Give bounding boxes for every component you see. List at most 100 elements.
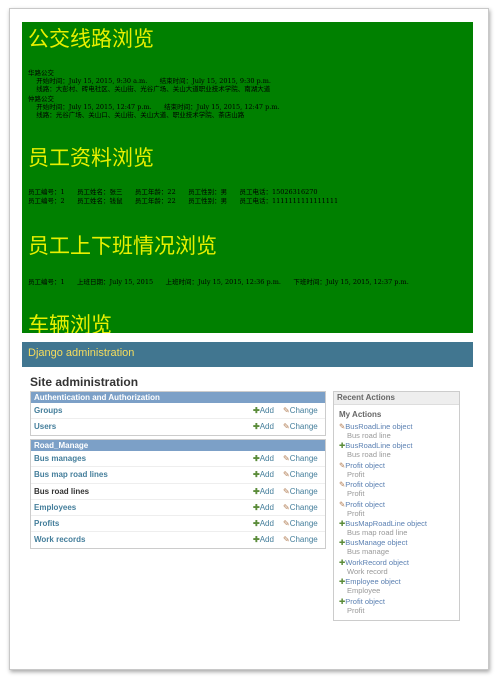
recent-action-item: ✚BusManage object Bus manage bbox=[339, 538, 407, 556]
recent-action-item: ✎BusRoadLine object Bus road line bbox=[339, 422, 412, 440]
model-link[interactable]: Employees bbox=[34, 503, 76, 512]
change-label: Change bbox=[289, 486, 318, 496]
add-link[interactable]: ✚Add bbox=[253, 406, 274, 415]
recent-action-item: ✚WorkRecord object Work record bbox=[339, 558, 409, 576]
recent-action-item: ✚Profit object Profit bbox=[339, 597, 385, 615]
add-label: Add bbox=[259, 454, 274, 463]
bus-line-time: 开始时间：July 15, 2015, 12:47 p.m. 结束时间：July… bbox=[28, 103, 280, 111]
recent-action-link[interactable]: BusManage object bbox=[345, 538, 407, 547]
work-record-row: 员工编号：1 上班日期：July 15, 2015 上班时间：July 15, … bbox=[28, 278, 409, 286]
change-link[interactable]: ✎Change bbox=[283, 519, 318, 528]
recent-action-item: ✚Employee object Employee bbox=[339, 577, 401, 595]
app-module: Authentication and Authorization Groups ✚A… bbox=[30, 391, 326, 436]
add-link[interactable]: ✚Add bbox=[253, 535, 274, 544]
model-row: Users ✚Add ✎Change bbox=[31, 419, 325, 434]
model-row: Bus map road lines ✚Add ✎Change bbox=[31, 467, 325, 484]
recent-action-link[interactable]: Profit object bbox=[345, 480, 385, 489]
admin-header-title[interactable]: Django administration bbox=[28, 347, 134, 359]
pencil-icon: ✎ bbox=[283, 502, 290, 512]
add-link[interactable]: ✚Add bbox=[253, 470, 274, 479]
model-row: Profits ✚Add ✎Change bbox=[31, 516, 325, 533]
change-link[interactable]: ✎Change bbox=[283, 535, 318, 544]
model-row: Bus manages ✚Add ✎Change bbox=[31, 451, 325, 468]
change-label: Change bbox=[289, 470, 318, 480]
change-link[interactable]: ✎Change bbox=[283, 406, 318, 415]
change-label: Change bbox=[289, 454, 318, 463]
add-link[interactable]: ✚Add bbox=[253, 422, 274, 431]
change-label: Change bbox=[289, 406, 318, 415]
change-link[interactable]: ✎Change bbox=[283, 487, 318, 496]
recent-action-link[interactable]: BusMapRoadLine object bbox=[345, 519, 427, 528]
recent-action-type: Bus manage bbox=[347, 547, 390, 557]
add-label: Add bbox=[259, 422, 274, 432]
bus-line-route: 线路：光谷广场、关山口、关山街、关山大道、职业技术学院、茶店山路 bbox=[28, 111, 245, 119]
pencil-icon: ✎ bbox=[283, 470, 290, 480]
recent-action-type: Profit bbox=[347, 508, 365, 518]
pencil-icon: ✎ bbox=[283, 406, 290, 415]
recent-action-link[interactable]: WorkRecord object bbox=[345, 558, 409, 567]
add-label: Add bbox=[259, 470, 274, 480]
model-link[interactable]: Bus manages bbox=[34, 454, 86, 463]
add-label: Add bbox=[259, 519, 274, 529]
app-module: Road_Manage Bus manages ✚Add ✎Change Bus map… bbox=[30, 439, 326, 549]
change-label: Change bbox=[289, 422, 318, 432]
model-row: Employees ✚Add ✎Change bbox=[31, 500, 325, 517]
recent-action-link[interactable]: Profit object bbox=[345, 500, 385, 509]
model-link[interactable]: Bus road lines bbox=[34, 487, 89, 496]
add-label: Add bbox=[259, 406, 274, 415]
add-label: Add bbox=[259, 502, 274, 512]
bus-line-route: 线路：大彭村、砖电社区、关山街、光谷广场、关山大道职业技术学院、南湖大道 bbox=[28, 85, 271, 93]
recent-action-type: Bus road line bbox=[347, 450, 391, 460]
module-caption[interactable]: Authentication and Authorization bbox=[31, 392, 325, 403]
recent-action-type: Profit bbox=[347, 605, 365, 615]
recent-action-type: Work record bbox=[347, 566, 388, 576]
pencil-icon: ✎ bbox=[283, 454, 290, 463]
recent-action-item: ✚BusRoadLine object Bus road line bbox=[339, 441, 412, 459]
employee-row: 员工编号：2 员工姓名：钱鼠 员工年龄：22 员工性别：男 员工电话：11111… bbox=[28, 197, 339, 205]
change-label: Change bbox=[289, 535, 318, 545]
model-link[interactable]: Bus map road lines bbox=[34, 470, 108, 479]
plus-icon: ✚ bbox=[253, 486, 260, 496]
model-link[interactable]: Work records bbox=[34, 535, 85, 544]
recent-action-link[interactable]: BusRoadLine object bbox=[345, 422, 412, 431]
recent-action-link[interactable]: Profit object bbox=[345, 461, 385, 470]
change-link[interactable]: ✎Change bbox=[283, 454, 318, 463]
employee-row: 员工编号：1 员工姓名：张三 员工年龄：22 员工性别：男 员工电话：15026… bbox=[28, 188, 318, 196]
model-row: Work records ✚Add ✎Change bbox=[31, 532, 325, 547]
change-link[interactable]: ✎Change bbox=[283, 422, 318, 431]
bus-info-panel: 公交线路浏览 华路公交 开始时间：July 15, 2015, 9:30 a.m… bbox=[22, 22, 473, 333]
add-link[interactable]: ✚Add bbox=[253, 503, 274, 512]
model-link[interactable]: Profits bbox=[34, 519, 59, 528]
plus-icon: ✚ bbox=[253, 502, 260, 512]
plus-icon: ✚ bbox=[253, 422, 260, 432]
pencil-icon: ✎ bbox=[283, 422, 290, 432]
add-link[interactable]: ✚Add bbox=[253, 487, 274, 496]
add-label: Add bbox=[259, 486, 274, 496]
recent-action-link[interactable]: Profit object bbox=[345, 597, 385, 606]
change-link[interactable]: ✎Change bbox=[283, 470, 318, 479]
change-label: Change bbox=[289, 502, 318, 512]
recent-action-item: ✚BusMapRoadLine object Bus map road line bbox=[339, 519, 427, 537]
add-link[interactable]: ✚Add bbox=[253, 454, 274, 463]
recent-action-item: ✎Profit object Profit bbox=[339, 500, 385, 518]
plus-icon: ✚ bbox=[253, 454, 260, 463]
vehicles-heading: 车辆浏览 bbox=[28, 313, 112, 333]
employees-heading: 员工资料浏览 bbox=[28, 146, 154, 170]
recent-actions-panel: Recent Actions My Actions ✎BusRoadLine o… bbox=[333, 391, 460, 621]
model-link[interactable]: Users bbox=[34, 422, 56, 431]
recent-action-link[interactable]: Employee object bbox=[345, 577, 400, 586]
bus-line-name: 仲路公交 bbox=[28, 95, 54, 103]
recent-actions-caption: Recent Actions bbox=[334, 392, 459, 405]
model-link[interactable]: Groups bbox=[34, 406, 62, 415]
plus-icon: ✚ bbox=[253, 470, 260, 480]
change-link[interactable]: ✎Change bbox=[283, 503, 318, 512]
add-link[interactable]: ✚Add bbox=[253, 519, 274, 528]
module-caption[interactable]: Road_Manage bbox=[31, 440, 325, 451]
recent-action-item: ✎Profit object Profit bbox=[339, 461, 385, 479]
recent-action-link[interactable]: BusRoadLine object bbox=[345, 441, 412, 450]
pencil-icon: ✎ bbox=[283, 535, 290, 545]
add-label: Add bbox=[259, 535, 274, 545]
pencil-icon: ✎ bbox=[283, 519, 290, 529]
recent-action-type: Bus map road line bbox=[347, 528, 408, 537]
plus-icon: ✚ bbox=[253, 406, 260, 415]
